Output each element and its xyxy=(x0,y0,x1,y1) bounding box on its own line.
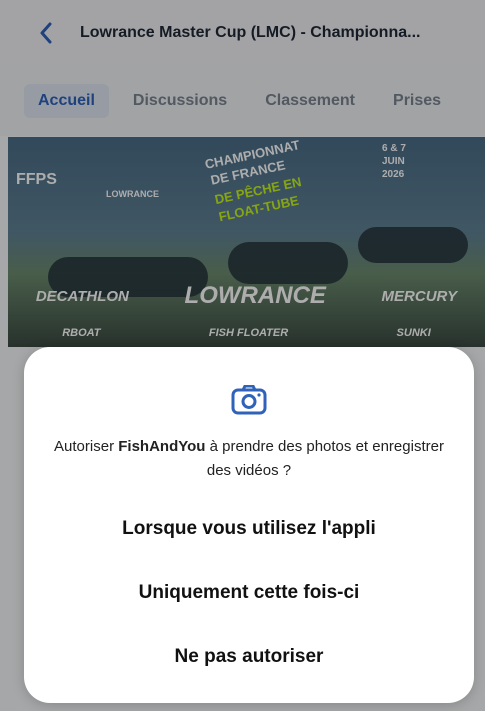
allow-once-button[interactable]: Uniquement cette fois-ci xyxy=(44,567,454,619)
message-suffix: à prendre des photos et enregistrer des … xyxy=(205,438,444,479)
permission-message: Autoriser FishAndYou à prendre des photo… xyxy=(48,435,450,483)
app-name: FishAndYou xyxy=(118,438,206,455)
permission-dialog: Autoriser FishAndYou à prendre des photo… xyxy=(24,347,474,703)
camera-icon xyxy=(231,385,267,415)
allow-while-using-button[interactable]: Lorsque vous utilisez l'appli xyxy=(44,503,454,555)
deny-button[interactable]: Ne pas autoriser xyxy=(44,631,454,683)
message-prefix: Autoriser xyxy=(54,438,119,455)
